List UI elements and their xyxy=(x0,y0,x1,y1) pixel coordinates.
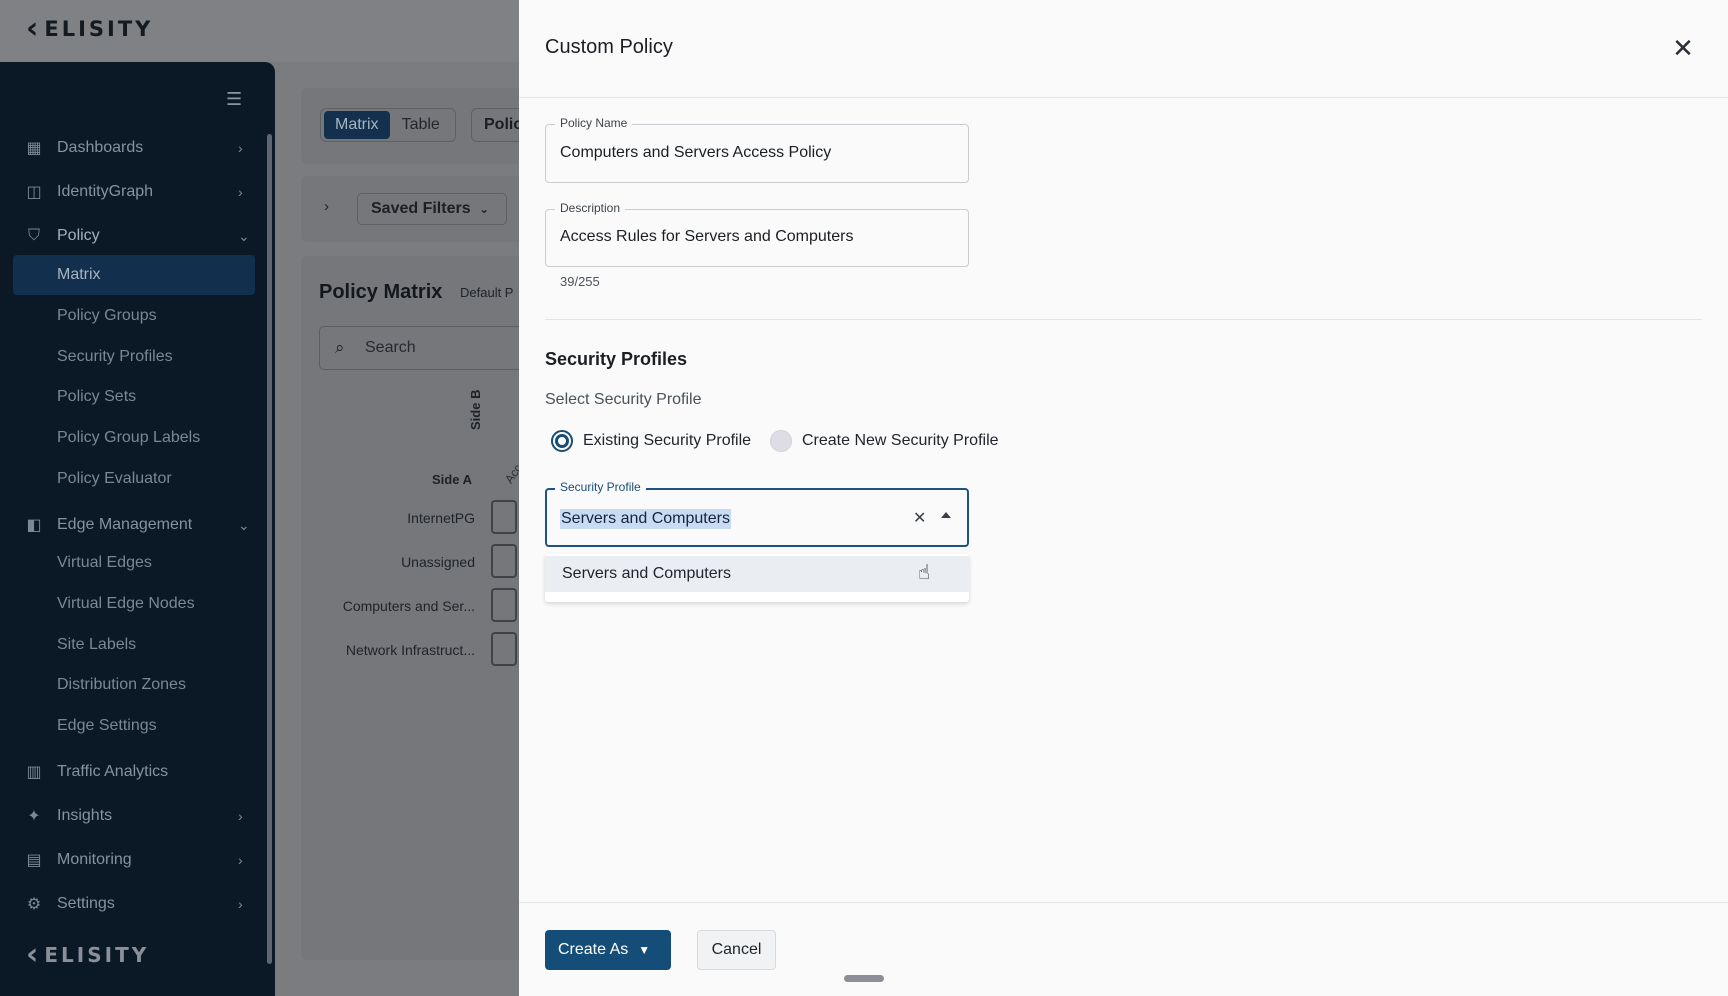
section-divider xyxy=(545,319,1702,320)
sparkle-icon: ✦ xyxy=(27,808,41,825)
policy-name-label: Policy Name xyxy=(555,116,633,130)
chevron-right-icon: › xyxy=(238,184,243,200)
matrix-cell[interactable] xyxy=(491,632,517,666)
search-icon: ⌕ xyxy=(335,338,345,357)
security-profile-label: Security Profile xyxy=(555,480,646,494)
dashboard-grid-icon: ▦ xyxy=(26,140,42,157)
matrix-cell[interactable] xyxy=(491,500,517,534)
description-char-counter: 39/255 xyxy=(560,274,600,289)
create-as-button[interactable]: Create As ▼ xyxy=(545,930,671,970)
bar-chart-icon: ▥ xyxy=(26,764,42,781)
clear-icon[interactable]: ✕ xyxy=(913,508,926,528)
description-field[interactable]: Description Access Rules for Servers and… xyxy=(545,201,969,267)
resize-handle[interactable] xyxy=(844,975,884,982)
matrix-row-label: Network Infrastruct... xyxy=(345,642,475,658)
chevron-right-icon: › xyxy=(238,808,243,824)
sidebar: ☰ ▦ Dashboards › ◫ IdentityGraph › ⛉ Pol… xyxy=(0,62,275,996)
brand-logo-footer: ‹ ELISITY xyxy=(26,937,150,972)
chevron-right-icon: › xyxy=(238,896,243,912)
custom-policy-modal: Custom Policy ✕ Policy Name Computers an… xyxy=(519,0,1728,996)
sidebar-item-matrix[interactable]: Matrix xyxy=(57,266,101,284)
modal-title: Custom Policy xyxy=(545,36,673,58)
sidebar-item-virtual-edges[interactable]: Virtual Edges xyxy=(57,554,152,572)
sidebar-item-monitoring[interactable]: ▤ Monitoring › xyxy=(0,840,262,880)
sidebar-item-edge-management[interactable]: ◧ Edge Management ⌄ xyxy=(0,505,262,545)
policy-matrix-title: Policy Matrix xyxy=(319,281,443,303)
sidebar-item-edge-settings[interactable]: Edge Settings xyxy=(57,717,157,735)
security-profiles-title: Security Profiles xyxy=(545,349,688,369)
view-toggle: Matrix Table xyxy=(320,108,456,142)
default-policy-label: Default P xyxy=(460,285,514,300)
description-label: Description xyxy=(555,201,626,215)
chevron-down-icon: ⌄ xyxy=(238,227,250,244)
side-a-label: Side A xyxy=(432,472,472,487)
sidebar-item-policy-groups[interactable]: Policy Groups xyxy=(57,307,157,325)
sidebar-item-insights[interactable]: ✦ Insights › xyxy=(0,796,262,836)
sidebar-item-site-labels[interactable]: Site Labels xyxy=(57,636,136,654)
sidebar-item-policy-evaluator[interactable]: Policy Evaluator xyxy=(57,470,172,488)
sidebar-item-policy-sets[interactable]: Policy Sets xyxy=(57,388,136,406)
elisity-mark-icon: ‹ xyxy=(26,11,39,46)
matrix-row-label: Unassigned xyxy=(401,554,475,570)
view-toggle-table[interactable]: Table xyxy=(394,111,448,139)
sidebar-item-dashboards[interactable]: ▦ Dashboards › xyxy=(0,128,262,168)
caret-up-icon[interactable] xyxy=(941,512,951,518)
policy-name-field[interactable]: Policy Name Computers and Servers Access… xyxy=(545,116,969,183)
sidebar-item-traffic-analytics[interactable]: ▥ Traffic Analytics xyxy=(0,752,262,792)
menu-collapse-icon[interactable]: ☰ xyxy=(226,90,250,108)
dropdown-option[interactable]: Servers and Computers ☝ xyxy=(545,556,969,592)
sidebar-item-policy-group-labels[interactable]: Policy Group Labels xyxy=(57,429,200,447)
sidebar-item-identitygraph[interactable]: ◫ IdentityGraph › xyxy=(0,172,262,212)
chevron-down-icon: ▼ xyxy=(638,943,651,957)
modal-header: Custom Policy ✕ xyxy=(519,0,1728,98)
sidebar-item-settings[interactable]: ⚙ Settings › xyxy=(0,884,262,924)
sidebar-item-distribution-zones[interactable]: Distribution Zones xyxy=(57,676,186,694)
security-profile-input[interactable]: Servers and Computers xyxy=(560,509,731,529)
matrix-cell[interactable] xyxy=(491,544,517,578)
shield-icon: ⛉ xyxy=(27,227,40,244)
security-profiles-subtitle: Select Security Profile xyxy=(545,391,702,408)
create-profile-label[interactable]: Create New Security Profile xyxy=(802,432,999,450)
chevron-right-icon: › xyxy=(238,140,243,156)
existing-profile-label[interactable]: Existing Security Profile xyxy=(583,432,751,450)
brand-logo: ‹ ELISITY xyxy=(26,11,154,46)
existing-profile-radio[interactable] xyxy=(551,430,573,452)
security-profile-dropdown: Servers and Computers ☝ xyxy=(545,554,969,602)
gear-icon: ⚙ xyxy=(26,896,42,913)
sidebar-item-virtual-edge-nodes[interactable]: Virtual Edge Nodes xyxy=(57,595,195,613)
cancel-button[interactable]: Cancel xyxy=(697,930,776,970)
edge-icon: ◧ xyxy=(26,517,42,534)
matrix-row-label: InternetPG xyxy=(407,510,475,526)
sidebar-active-highlight xyxy=(13,255,255,295)
description-value: Access Rules for Servers and Computers xyxy=(560,228,854,245)
close-icon[interactable]: ✕ xyxy=(1669,34,1697,62)
identity-graph-icon: ◫ xyxy=(26,184,42,201)
chevron-right-icon: › xyxy=(238,852,243,868)
create-profile-radio[interactable] xyxy=(770,430,792,452)
sidebar-item-security-profiles[interactable]: Security Profiles xyxy=(57,348,173,366)
chevron-right-icon[interactable]: › xyxy=(324,198,329,215)
matrix-cell[interactable] xyxy=(491,588,517,622)
hand-cursor-icon: ☝ xyxy=(918,562,931,584)
monitor-list-icon: ▤ xyxy=(26,852,42,869)
policy-name-value: Computers and Servers Access Policy xyxy=(560,144,832,161)
chevron-down-icon: ⌄ xyxy=(479,202,490,216)
sidebar-item-policy[interactable]: ⛉ Policy ⌄ xyxy=(0,216,262,256)
saved-filters-dropdown[interactable]: Saved Filters ⌄ xyxy=(357,193,507,225)
side-b-label: Side B xyxy=(468,389,483,430)
security-profile-select[interactable]: Security Profile Servers and Computers ✕ xyxy=(545,480,969,547)
sidebar-scrollbar[interactable] xyxy=(267,134,272,964)
elisity-mark-icon: ‹ xyxy=(26,937,39,972)
view-toggle-matrix[interactable]: Matrix xyxy=(324,111,390,139)
matrix-row-label: Computers and Ser... xyxy=(342,598,475,614)
footer-divider xyxy=(519,902,1728,903)
chevron-down-icon: ⌄ xyxy=(238,516,250,533)
